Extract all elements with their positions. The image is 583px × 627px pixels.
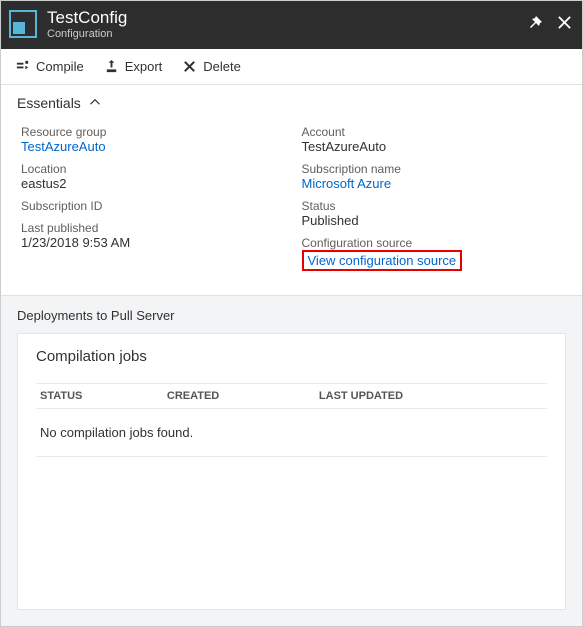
essentials-section: Essentials Resource group TestAzureAuto …: [1, 85, 582, 296]
col-status[interactable]: STATUS: [36, 384, 163, 409]
blade-subtitle: Configuration: [47, 28, 527, 41]
subscription-name-field: Subscription name Microsoft Azure: [302, 162, 563, 191]
compile-icon: [15, 59, 30, 74]
delete-icon: [182, 59, 197, 74]
compile-label: Compile: [36, 59, 84, 74]
account-label: Account: [302, 125, 563, 139]
essentials-toggle[interactable]: Essentials: [1, 85, 582, 121]
subscription-name-label: Subscription name: [302, 162, 563, 176]
pin-icon[interactable]: [527, 15, 543, 34]
config-source-field: Configuration source View configuration …: [302, 236, 563, 271]
close-icon[interactable]: [557, 15, 572, 34]
subscription-id-field: Subscription ID: [21, 199, 282, 213]
blade-title: TestConfig: [47, 8, 527, 28]
last-published-label: Last published: [21, 221, 282, 235]
account-field: Account TestAzureAuto: [302, 125, 563, 154]
compilation-jobs-table: STATUS CREATED LAST UPDATED No compilati…: [36, 383, 547, 457]
compilation-jobs-title: Compilation jobs: [36, 348, 547, 365]
export-button[interactable]: Export: [104, 59, 163, 74]
subscription-id-label: Subscription ID: [21, 199, 282, 213]
export-icon: [104, 59, 119, 74]
configuration-icon: [9, 10, 37, 38]
subscription-name-link[interactable]: Microsoft Azure: [302, 176, 563, 191]
resource-group-field: Resource group TestAzureAuto: [21, 125, 282, 154]
col-created[interactable]: CREATED: [163, 384, 315, 409]
location-field: Location eastus2: [21, 162, 282, 191]
resource-group-link[interactable]: TestAzureAuto: [21, 139, 282, 154]
deployments-title: Deployments to Pull Server: [17, 308, 566, 323]
view-configuration-source-link[interactable]: View configuration source: [302, 250, 463, 271]
status-value: Published: [302, 213, 563, 228]
jobs-empty-message: No compilation jobs found.: [36, 409, 547, 457]
essentials-label: Essentials: [17, 95, 81, 111]
delete-label: Delete: [203, 59, 241, 74]
status-field: Status Published: [302, 199, 563, 228]
command-bar: Compile Export Delete: [1, 49, 582, 85]
status-label: Status: [302, 199, 563, 213]
account-value: TestAzureAuto: [302, 139, 563, 154]
col-last-updated[interactable]: LAST UPDATED: [315, 384, 547, 409]
compilation-jobs-panel: Compilation jobs STATUS CREATED LAST UPD…: [17, 333, 566, 610]
deployments-section: Deployments to Pull Server Compilation j…: [1, 296, 582, 626]
resource-group-label: Resource group: [21, 125, 282, 139]
delete-button[interactable]: Delete: [182, 59, 241, 74]
compile-button[interactable]: Compile: [15, 59, 84, 74]
config-source-label: Configuration source: [302, 236, 563, 250]
location-label: Location: [21, 162, 282, 176]
chevron-up-icon: [89, 95, 101, 111]
last-published-field: Last published 1/23/2018 9:53 AM: [21, 221, 282, 250]
last-published-value: 1/23/2018 9:53 AM: [21, 235, 282, 250]
location-value: eastus2: [21, 176, 282, 191]
blade-header: TestConfig Configuration: [1, 1, 582, 49]
export-label: Export: [125, 59, 163, 74]
